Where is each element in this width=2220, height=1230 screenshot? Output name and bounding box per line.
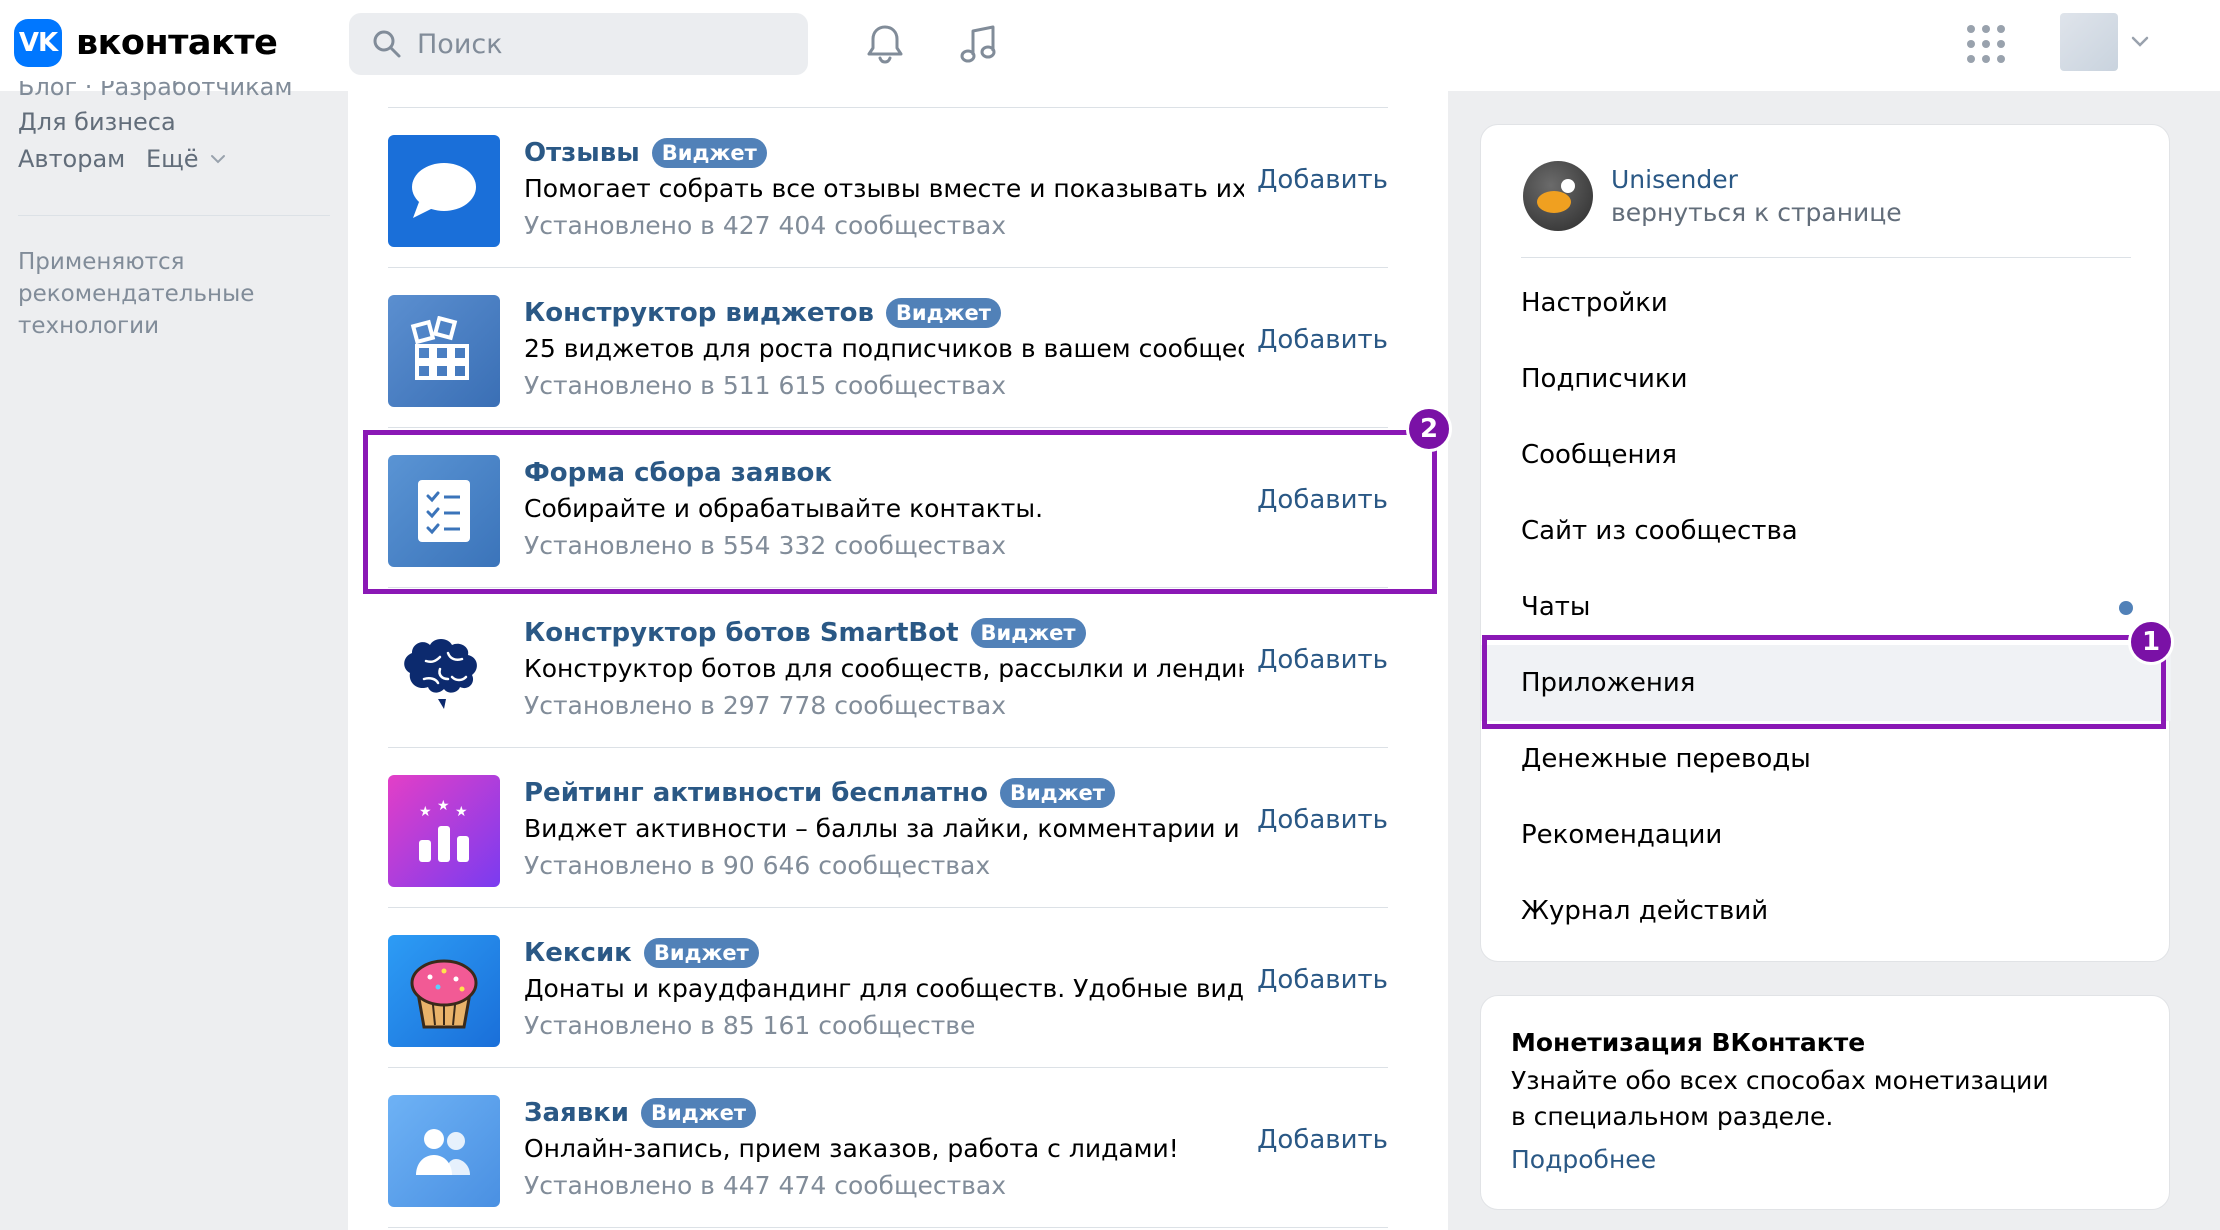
add-app-button[interactable]: Добавить: [1257, 325, 1388, 355]
menu-item-money-transfers[interactable]: Денежные переводы: [1481, 721, 2171, 797]
app-description: Донаты и краудфандинг для сообществ. Удо…: [524, 974, 1244, 1003]
search-icon: [373, 30, 401, 58]
menu-item-label: Чаты: [1521, 592, 1591, 622]
menu-item-recommendations[interactable]: Рекомендации: [1481, 797, 2171, 873]
bell-icon[interactable]: [862, 21, 908, 67]
top-header: VK вконтакте Поиск: [0, 0, 2220, 91]
svg-text:★: ★: [419, 804, 432, 820]
chevron-down-icon: [210, 155, 225, 164]
app-install-count: Установлено в 427 404 сообществах: [524, 211, 1007, 240]
widget-grid-icon[interactable]: [388, 295, 500, 407]
widget-badge: Виджет: [641, 1098, 757, 1128]
group-header[interactable]: Unisender вернуться к странице: [1523, 161, 1902, 231]
widget-badge: Виджет: [999, 778, 1115, 808]
app-description: Онлайн-запись, прием заказов, работа с л…: [524, 1134, 1179, 1163]
link-more-label: Ещё: [146, 145, 199, 173]
monetization-card: Монетизация ВКонтакте Узнайте обо всех с…: [1480, 995, 2170, 1210]
apps-grid-icon[interactable]: [1967, 25, 2005, 63]
rating-chart-icon[interactable]: ★ ★ ★: [388, 775, 500, 887]
app-title[interactable]: Рейтинг активности бесплатно: [524, 778, 988, 808]
link-more[interactable]: Ещё: [146, 145, 227, 173]
app-title[interactable]: Конструктор виджетов: [524, 298, 874, 328]
avatar: [1523, 161, 1593, 231]
add-app-button[interactable]: Добавить: [1257, 965, 1388, 995]
chevron-down-icon[interactable]: [2130, 34, 2150, 48]
vk-logo-badge: VK: [14, 19, 62, 67]
promo-more-link[interactable]: Подробнее: [1511, 1145, 2139, 1174]
app-install-count: Установлено в 447 474 сообществах: [524, 1171, 1007, 1200]
widget-badge: Виджет: [885, 298, 1001, 328]
speech-bubble-icon[interactable]: [388, 135, 500, 247]
widget-badge: Виджет: [643, 938, 759, 968]
link-business[interactable]: Для бизнеса: [18, 108, 176, 136]
brain-icon[interactable]: [388, 615, 500, 727]
menu-item-subscribers[interactable]: Подписчики: [1481, 341, 2171, 417]
app-row-smartbot: Конструктор ботов SmartBot Виджет Констр…: [388, 588, 1388, 748]
svg-text:★: ★: [455, 804, 468, 820]
vk-logo-text: вконтакте: [76, 23, 278, 63]
unread-dot: [2119, 601, 2133, 615]
svg-text:★: ★: [437, 798, 450, 814]
menu-item-settings[interactable]: Настройки: [1481, 265, 2171, 341]
app-title[interactable]: Кексик: [524, 938, 632, 968]
app-title[interactable]: Отзывы: [524, 138, 640, 168]
annotation-highlight-form: [363, 430, 1437, 594]
app-description: Помогает собрать все отзывы вместе и пок…: [524, 174, 1244, 203]
app-row-reviews: Отзывы Виджет Помогает собрать все отзыв…: [388, 108, 1388, 268]
app-description: 25 виджетов для роста подписчиков в ваше…: [524, 334, 1244, 363]
music-icon[interactable]: [956, 21, 1002, 67]
menu-item-action-log[interactable]: Журнал действий: [1481, 873, 2171, 949]
apps-catalog: Отзывы Виджет Помогает собрать все отзыв…: [348, 91, 1448, 1230]
menu-item-chats[interactable]: Чаты: [1481, 569, 2171, 645]
add-app-button[interactable]: Добавить: [1257, 1125, 1388, 1155]
app-install-count: Установлено в 90 646 сообществах: [524, 851, 991, 880]
left-clipped-links[interactable]: Блог · Разработчикам: [18, 81, 292, 101]
link-authors[interactable]: Авторам: [18, 145, 125, 173]
app-row-activity-rating: ★ ★ ★ Рейтинг активности бесплатно Видже…: [388, 748, 1388, 908]
app-row-requests: Заявки Виджет Онлайн-запись, прием заказ…: [388, 1068, 1388, 1228]
app-description: Виджет активности – баллы за лайки, комм…: [524, 814, 1244, 843]
community-menu: Unisender вернуться к странице Настройки…: [1480, 124, 2171, 962]
vk-logo[interactable]: VK вконтакте: [14, 19, 278, 67]
recommendation-note[interactable]: Применяются рекомендательные технологии: [18, 246, 328, 342]
search-input[interactable]: Поиск: [349, 13, 808, 75]
annotation-highlight-apps: [1482, 635, 2166, 729]
annotation-number-2: 2: [1406, 406, 1452, 452]
promo-text: Узнайте обо всех способах монетизации в …: [1511, 1066, 2049, 1131]
app-description: Конструктор ботов для сообществ, рассылк…: [524, 654, 1244, 683]
users-icon[interactable]: [388, 1095, 500, 1207]
cupcake-icon[interactable]: [388, 935, 500, 1047]
app-row-keksik: Кексик Виджет Донаты и краудфандинг для …: [388, 908, 1388, 1068]
back-to-page-link[interactable]: вернуться к странице: [1611, 198, 1902, 227]
divider: [18, 215, 330, 216]
add-app-button[interactable]: Добавить: [1257, 645, 1388, 675]
widget-badge: Виджет: [970, 618, 1086, 648]
search-placeholder: Поиск: [417, 28, 503, 60]
group-name[interactable]: Unisender: [1611, 165, 1902, 194]
widget-badge: Виджет: [651, 138, 767, 168]
add-app-button[interactable]: Добавить: [1257, 165, 1388, 195]
promo-title: Монетизация ВКонтакте: [1511, 1028, 1866, 1057]
app-install-count: Установлено в 297 778 сообществах: [524, 691, 1007, 720]
app-row-widget-builder: Конструктор виджетов Виджет 25 виджетов …: [388, 268, 1388, 428]
avatar[interactable]: [2060, 13, 2118, 71]
divider: [1521, 257, 2131, 258]
app-install-count: Установлено в 511 615 сообществах: [524, 371, 1007, 400]
menu-item-messages[interactable]: Сообщения: [1481, 417, 2171, 493]
left-sidebar: Блог · Разработчикам Для бизнеса Авторам…: [0, 81, 348, 1230]
app-title[interactable]: Заявки: [524, 1098, 629, 1128]
add-app-button[interactable]: Добавить: [1257, 805, 1388, 835]
menu-item-site[interactable]: Сайт из сообщества: [1481, 493, 2171, 569]
app-install-count: Установлено в 85 161 сообществе: [524, 1011, 976, 1040]
annotation-number-1: 1: [2128, 619, 2174, 665]
app-title[interactable]: Конструктор ботов SmartBot: [524, 618, 959, 648]
